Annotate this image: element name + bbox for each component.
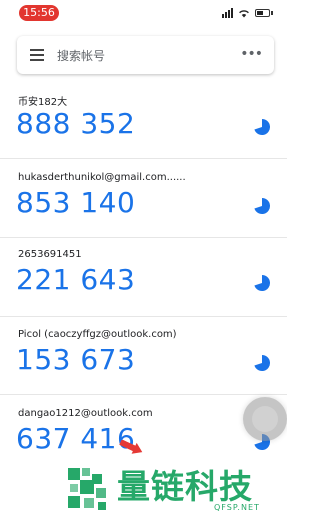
account-code[interactable]: 853 140 [16,186,135,219]
arrow-pointer-icon [119,440,143,454]
account-name: 币安182大 [18,97,68,108]
account-item[interactable]: hukasderthunikol@gmail.com...... 853 140 [0,172,287,240]
timer-icon [254,119,270,135]
divider [0,316,287,317]
divider [0,394,287,395]
account-item[interactable]: Picol (caoczyffgz@outlook.com) 153 673 [0,329,287,397]
account-code[interactable]: 153 673 [16,343,135,376]
timer-icon [254,198,270,214]
account-item[interactable]: 2653691451 221 643 [0,249,287,317]
battery-tip-icon [271,11,273,15]
watermark: 量链科技 QFSP.NET [62,458,287,520]
status-bar: 15:56 [0,0,287,26]
account-name: hukasderthunikol@gmail.com...... [18,172,186,183]
search-input[interactable]: 搜索帐号 [57,47,105,64]
battery-icon [255,9,270,17]
authenticator-screen: 15:56 搜索帐号 ••• 币安182大 888 352 hukasderth… [0,0,287,520]
status-time: 15:56 [19,5,59,21]
wifi-icon [239,10,249,18]
menu-icon[interactable] [30,49,44,61]
timer-icon [254,355,270,371]
account-code[interactable]: 221 643 [16,263,135,296]
account-item[interactable]: 币安182大 888 352 [0,93,287,161]
signal-icon [222,8,233,18]
assistive-touch-button[interactable] [243,397,287,441]
watermark-logo [68,468,106,510]
timer-icon [254,275,270,291]
account-code[interactable]: 888 352 [16,107,135,140]
account-name: 2653691451 [18,249,82,260]
account-name: Picol (caoczyffgz@outlook.com) [18,329,177,340]
account-name: dangao1212@outlook.com [18,408,153,419]
divider [0,237,287,238]
watermark-title: 量链科技 [117,467,253,506]
more-vert-icon[interactable]: ••• [240,46,263,62]
divider [0,158,287,159]
search-bar[interactable]: 搜索帐号 ••• [17,36,274,74]
watermark-subtitle: QFSP.NET [214,503,260,512]
status-icons [222,8,273,18]
